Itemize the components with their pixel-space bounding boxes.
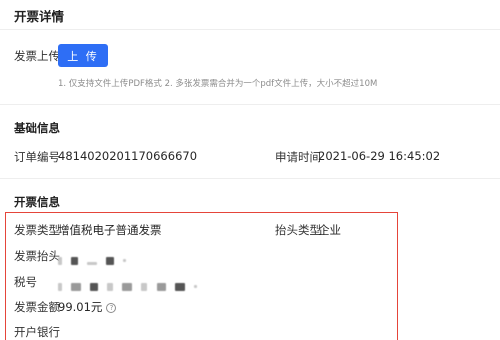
amount-value-wrap: 99.01元? xyxy=(58,299,117,315)
bank-label: 开户银行 xyxy=(14,325,60,339)
upload-label: 发票上传 xyxy=(14,49,60,63)
basic-info-divider xyxy=(0,178,500,179)
upload-divider xyxy=(0,104,500,105)
apply-time-label: 申请时间 xyxy=(275,150,321,164)
tax-no-redacted xyxy=(58,276,201,291)
page-title: 开票详情 xyxy=(14,9,65,24)
header-divider xyxy=(0,29,500,30)
header-type-label: 抬头类型 xyxy=(275,223,321,237)
order-no-label: 订单编号 xyxy=(14,150,60,164)
help-icon[interactable]: ? xyxy=(106,302,117,313)
header-type-value: 企业 xyxy=(318,223,341,237)
upload-button[interactable]: 上 传 xyxy=(58,44,108,67)
invoice-header-label: 发票抬头 xyxy=(14,249,60,263)
apply-time-value: 2021-06-29 16:45:02 xyxy=(318,149,441,163)
amount-value: 99.01元 xyxy=(58,300,103,314)
invoice-info-title: 开票信息 xyxy=(14,195,60,209)
order-no-value: 4814020201170666670 xyxy=(58,149,198,163)
invoice-type-label: 发票类型 xyxy=(14,223,60,237)
tax-no-label: 税号 xyxy=(14,275,37,289)
upload-hint: 1. 仅支持文件上传PDF格式 2. 多张发票需合并为一个pdf文件上传，大小不… xyxy=(58,79,378,89)
basic-info-title: 基础信息 xyxy=(14,121,60,135)
invoice-type-value: 增值税电子普通发票 xyxy=(58,223,162,237)
invoice-header-redacted xyxy=(58,250,130,265)
amount-label: 发票金额 xyxy=(14,300,60,314)
